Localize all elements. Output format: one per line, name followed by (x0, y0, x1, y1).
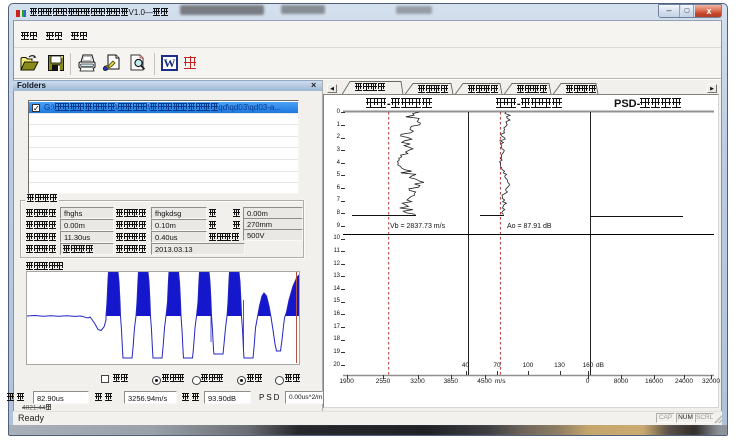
svg-text:W: W (164, 56, 176, 70)
